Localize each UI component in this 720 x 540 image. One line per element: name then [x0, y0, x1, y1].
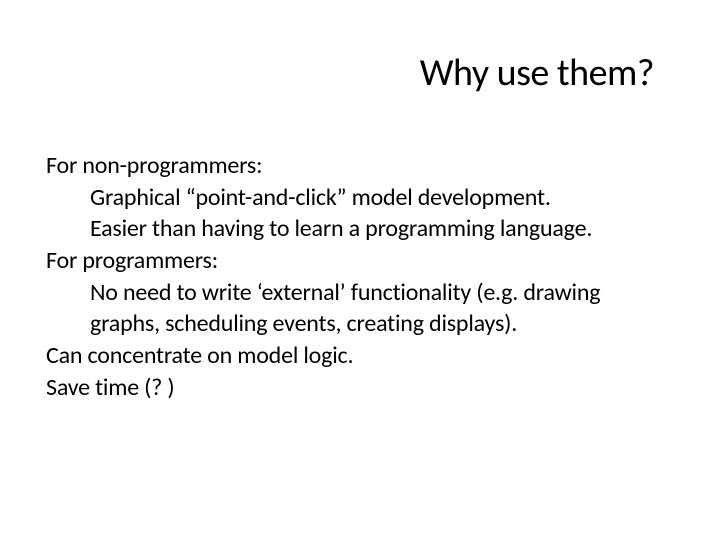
slide-title: Why use them? — [40, 50, 680, 96]
body-line: Save time (? ) — [46, 372, 680, 404]
slide: Why use them? For non-programmers: Graph… — [0, 0, 720, 540]
body-line: No need to write ‘external’ functionalit… — [46, 277, 680, 309]
body-line: For non-programmers: — [46, 150, 680, 182]
body-line: Graphical “point-and-click” model develo… — [46, 182, 680, 214]
slide-body: For non-programmers: Graphical “point-an… — [40, 150, 680, 403]
body-line: Can concentrate on model logic. — [46, 340, 680, 372]
body-line: Easier than having to learn a programmin… — [46, 213, 680, 245]
body-line: For programmers: — [46, 245, 680, 277]
body-line: graphs, scheduling events, creating disp… — [46, 308, 680, 340]
